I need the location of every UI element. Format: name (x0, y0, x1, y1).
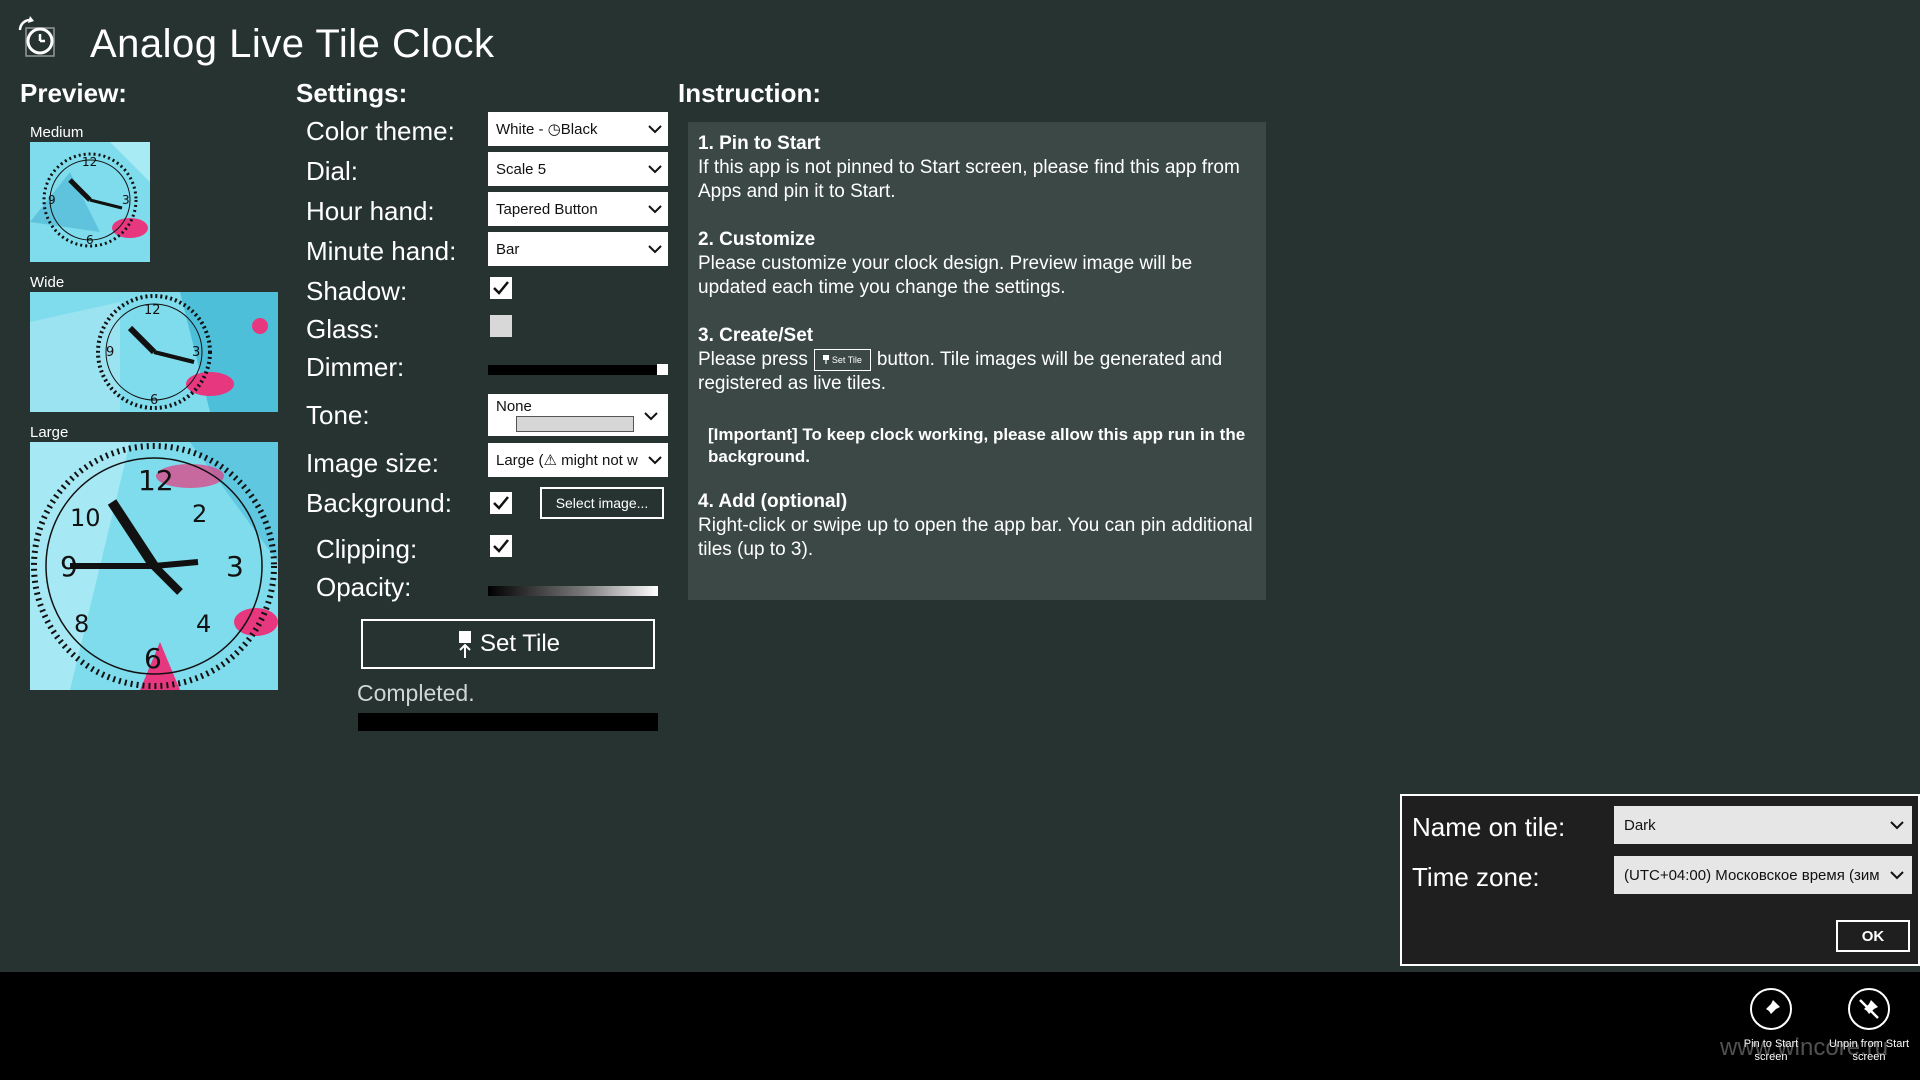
shadow-label: Shadow: (306, 276, 408, 306)
svg-text:12: 12 (138, 464, 174, 497)
shadow-checkbox[interactable] (490, 277, 512, 299)
color-theme-label: Color theme: (306, 116, 455, 146)
svg-text:3: 3 (192, 345, 200, 360)
name-on-tile-value: Dark (1624, 816, 1656, 834)
tone-color-swatch (516, 416, 634, 432)
settings-heading: Settings: (296, 78, 408, 108)
name-on-tile-dropdown[interactable]: Dark (1614, 806, 1912, 844)
preview-wide-label: Wide (30, 274, 65, 291)
chevron-down-icon (642, 204, 668, 214)
svg-text:10: 10 (70, 504, 101, 532)
minute-hand-label: Minute hand: (306, 236, 457, 266)
app-bar (0, 972, 1920, 1080)
svg-text:3: 3 (122, 193, 130, 207)
image-size-dropdown[interactable]: Large (⚠ might not w (488, 443, 668, 477)
opacity-label: Opacity: (316, 572, 412, 602)
minute-hand-dropdown[interactable]: Bar (488, 232, 668, 266)
pin-icon (1750, 988, 1792, 1030)
step4-text: Right-click or swipe up to open the app … (698, 515, 1253, 560)
background-checkbox[interactable] (490, 492, 512, 514)
step1-title: 1. Pin to Start (698, 133, 821, 154)
set-tile-icon (458, 631, 471, 658)
wide-tile-preview: 12 3 6 9 (30, 292, 278, 412)
chevron-down-icon (642, 164, 668, 174)
glass-checkbox[interactable] (490, 315, 512, 337)
svg-text:3: 3 (226, 550, 244, 583)
checkmark-icon (493, 539, 509, 553)
unpin-icon (1848, 988, 1890, 1030)
app-title: Analog Live Tile Clock (90, 22, 495, 66)
watermark: www.wincore.ru (1720, 1034, 1889, 1061)
step2-text: Please customize your clock design. Prev… (698, 253, 1193, 298)
time-zone-value: (UTC+04:00) Московское время (зим (1624, 866, 1880, 884)
dimmer-slider[interactable] (488, 365, 658, 375)
important-note: [Important] To keep clock working, pleas… (708, 425, 1246, 466)
preview-medium-label: Medium (30, 124, 84, 141)
tone-dropdown[interactable]: None (488, 394, 668, 436)
hour-hand-label: Hour hand: (306, 196, 435, 226)
svg-text:9: 9 (106, 345, 114, 360)
svg-text:12: 12 (82, 155, 97, 169)
dimmer-label: Dimmer: (306, 352, 405, 382)
progress-bar (358, 713, 658, 731)
inline-set-tile-label: Set Tile (831, 354, 862, 365)
tone-label: Tone: (306, 400, 370, 430)
svg-text:9: 9 (48, 193, 56, 207)
select-image-button[interactable]: Select image... (540, 487, 664, 519)
inline-set-tile-icon: Set Tile (813, 348, 871, 371)
svg-text:2: 2 (192, 500, 207, 528)
hour-hand-value: Tapered Button (496, 200, 598, 218)
time-zone-label: Time zone: (1412, 862, 1540, 892)
set-tile-label: Set Tile (479, 630, 561, 657)
dial-label: Dial: (306, 156, 359, 186)
app-logo-icon (14, 14, 60, 60)
preview-heading: Preview: (20, 78, 127, 108)
instruction-heading: Instruction: (678, 78, 821, 108)
dial-value: Scale 5 (496, 160, 547, 178)
chevron-down-icon (644, 408, 658, 426)
step3-title: 3. Create/Set (698, 325, 814, 346)
preview-large-label: Large (30, 424, 69, 441)
minute-hand-value: Bar (496, 240, 520, 258)
checkmark-icon (493, 496, 509, 510)
name-on-tile-label: Name on tile: (1412, 812, 1566, 842)
svg-text:6: 6 (144, 642, 162, 675)
opacity-slider[interactable] (488, 586, 658, 596)
status-text: Completed. (357, 680, 475, 706)
color-theme-value: White - ◷Black (496, 121, 598, 138)
medium-tile-preview: 12 3 6 9 (30, 142, 150, 262)
step1-text: If this app is not pinned to Start scree… (698, 157, 1240, 202)
svg-text:12: 12 (144, 303, 161, 318)
svg-text:4: 4 (196, 610, 211, 638)
hour-hand-dropdown[interactable]: Tapered Button (488, 192, 668, 226)
dimmer-slider-thumb[interactable] (657, 364, 668, 375)
image-size-label: Image size: (306, 448, 439, 478)
svg-text:8: 8 (74, 610, 89, 638)
large-tile-preview: 12 3 6 9 2 10 4 8 (30, 442, 278, 690)
svg-text:6: 6 (150, 393, 158, 408)
chevron-down-icon (642, 244, 668, 254)
chevron-down-icon (642, 455, 668, 465)
step4-title: 4. Add (optional) (698, 491, 848, 512)
tile-options-flyout: Name on tile: Dark Time zone: (UTC+04:00… (1400, 794, 1920, 966)
checkmark-icon (493, 281, 509, 295)
glass-label: Glass: (306, 314, 380, 344)
chevron-down-icon (1882, 820, 1912, 830)
chevron-down-icon (642, 124, 668, 134)
svg-text:6: 6 (86, 233, 94, 247)
image-size-value: Large (⚠ might not w (496, 452, 638, 469)
color-theme-dropdown[interactable]: White - ◷Black (488, 112, 668, 146)
tone-value: None (496, 398, 532, 415)
chevron-down-icon (1882, 870, 1912, 880)
step2-title: 2. Customize (698, 229, 816, 250)
ok-button[interactable]: OK (1836, 920, 1910, 952)
dial-dropdown[interactable]: Scale 5 (488, 152, 668, 186)
step3-text-before: Please press (698, 349, 808, 370)
clipping-label: Clipping: (316, 534, 418, 564)
background-label: Background: (306, 488, 452, 518)
instructions-panel: 1. Pin to Start If this app is not pinne… (688, 122, 1266, 600)
time-zone-dropdown[interactable]: (UTC+04:00) Московское время (зим (1614, 856, 1912, 894)
set-tile-button[interactable]: Set Tile (361, 619, 655, 669)
clipping-checkbox[interactable] (490, 535, 512, 557)
